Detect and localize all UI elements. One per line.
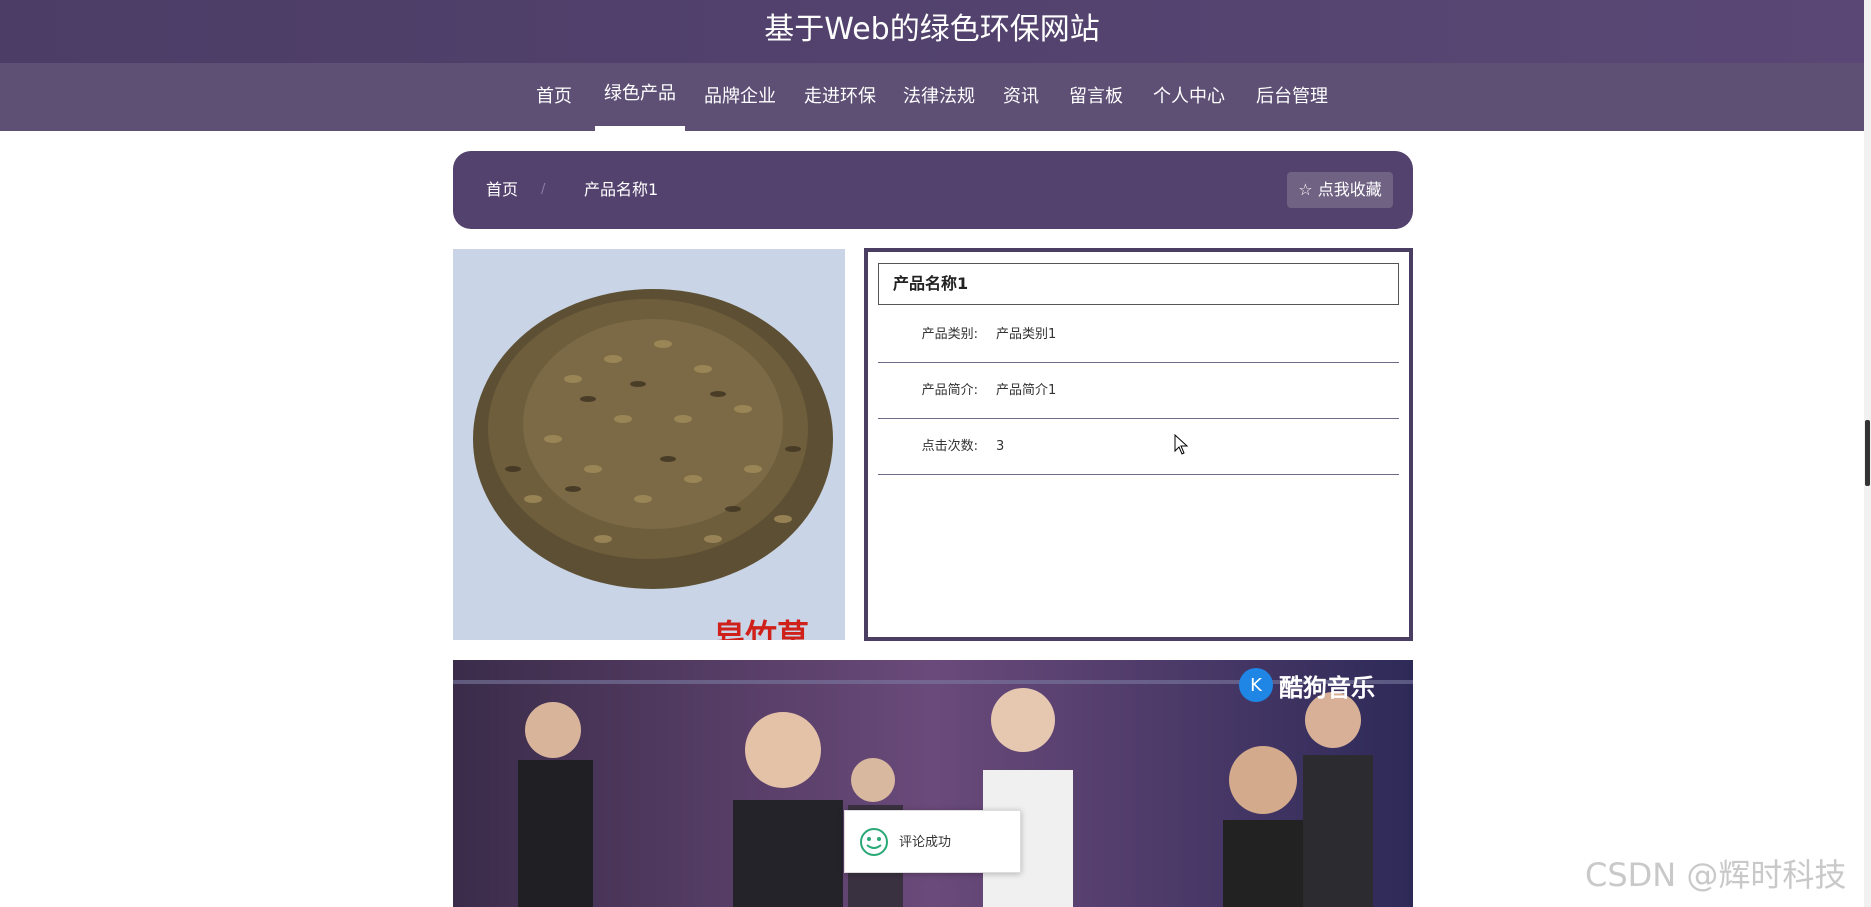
- page: 基于Web的绿色环保网站 首页 绿色产品 品牌企业 走进环保 法律法规 资讯 留…: [0, 0, 1871, 907]
- product-name: 产品名称1: [878, 263, 1399, 305]
- watermark: CSDN @辉时科技: [1585, 856, 1847, 894]
- favorite-button[interactable]: ☆ 点我收藏: [1287, 172, 1393, 208]
- nav-item-laws[interactable]: 法律法规: [903, 63, 975, 131]
- scrollbar-thumb[interactable]: [1865, 420, 1870, 486]
- scrollbar[interactable]: [1864, 0, 1871, 907]
- breadcrumb-separator: /: [541, 182, 546, 197]
- toast-text: 评论成功: [899, 835, 952, 850]
- image-overlay-text: 皂竹草: [713, 617, 810, 640]
- nav-item-message-board[interactable]: 留言板: [1069, 63, 1123, 131]
- nav-item-eco[interactable]: 走进环保: [804, 63, 876, 131]
- nav-item-green-products[interactable]: 绿色产品: [595, 63, 685, 131]
- category-value: 产品类别1: [996, 327, 1057, 342]
- nav-item-home[interactable]: 首页: [536, 63, 572, 131]
- clicks-value: 3: [996, 439, 1005, 454]
- nav-item-user-center[interactable]: 个人中心: [1153, 63, 1225, 131]
- info-row-clicks: 点击次数: 3: [878, 419, 1399, 475]
- nav-item-brands[interactable]: 品牌企业: [704, 63, 776, 131]
- nav-item-news[interactable]: 资讯: [1003, 63, 1039, 131]
- nav-item-admin[interactable]: 后台管理: [1256, 63, 1328, 131]
- info-row-summary: 产品简介: 产品简介1: [878, 363, 1399, 419]
- breadcrumb-home[interactable]: 首页: [486, 151, 518, 229]
- clicks-label: 点击次数:: [921, 439, 978, 454]
- main-nav: 首页 绿色产品 品牌企业 走进环保 法律法规 资讯 留言板 个人中心 后台管理: [0, 63, 1864, 131]
- toast-message: 评论成功: [844, 810, 1021, 873]
- info-row-category: 产品类别: 产品类别1: [878, 307, 1399, 363]
- site-header: 基于Web的绿色环保网站: [0, 0, 1864, 63]
- product-info-panel: 产品名称1 产品类别: 产品类别1 产品简介: 产品简介1 点击次数: 3: [864, 248, 1413, 641]
- kugou-logo-text: 酷狗音乐: [1279, 674, 1375, 702]
- site-title: 基于Web的绿色环保网站: [764, 12, 1100, 47]
- svg-text:K: K: [1250, 675, 1263, 696]
- mouse-cursor-icon: [1174, 434, 1189, 455]
- summary-value: 产品简介1: [996, 383, 1057, 398]
- smile-icon: [860, 828, 888, 856]
- breadcrumb: 首页 / 产品名称1 ☆ 点我收藏: [453, 151, 1413, 229]
- product-image: 皂竹草: [453, 249, 845, 640]
- seeds-photo-icon: [453, 249, 845, 640]
- summary-label: 产品简介:: [921, 383, 978, 398]
- category-label: 产品类别:: [921, 327, 978, 342]
- breadcrumb-current: 产品名称1: [584, 180, 659, 199]
